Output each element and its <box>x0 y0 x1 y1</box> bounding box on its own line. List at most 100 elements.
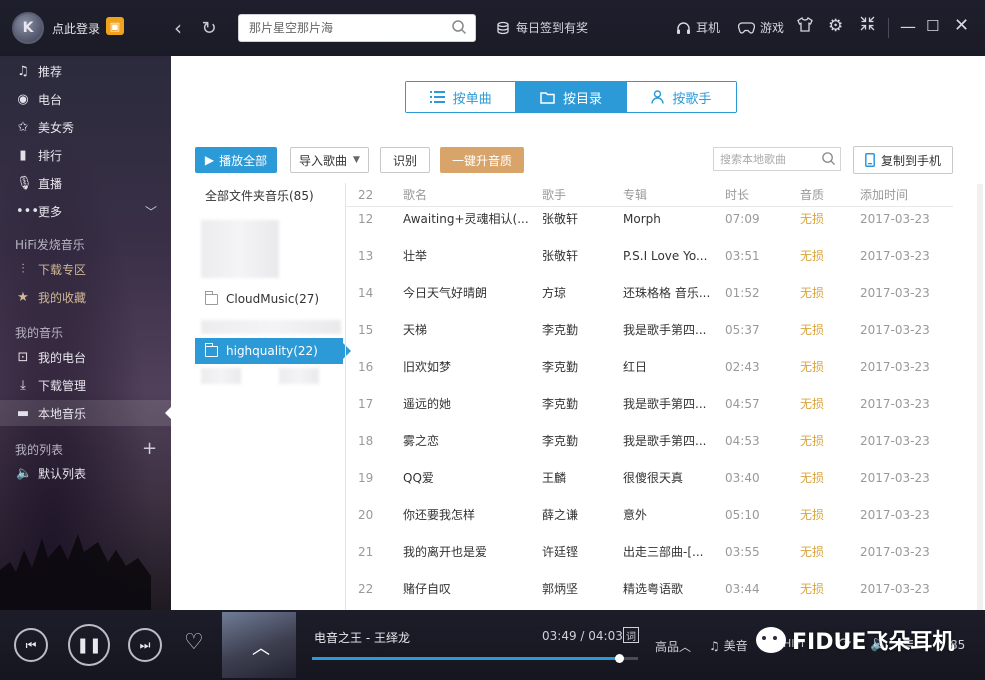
sound-effect-button[interactable]: ♫ 美音 <box>709 637 748 654</box>
upgrade-quality-button[interactable]: 一键升音质 <box>440 147 524 173</box>
add-list-icon[interactable]: + <box>142 438 157 459</box>
sidebar-item-download-zone[interactable]: ⫶ 下载专区 <box>0 256 171 282</box>
cell-number: 21 <box>358 545 374 559</box>
identify-button[interactable]: 识别 <box>380 147 430 173</box>
table-row[interactable]: 18 雾之恋 李克勤 我是歌手第四... 04:53 无损 2017-03-23 <box>346 423 953 460</box>
heart-icon[interactable]: ♡ <box>184 630 204 655</box>
view-mode-tabs: 按单曲 按目录 按歌手 <box>405 81 737 113</box>
quality-selector[interactable]: 高品︿ <box>655 638 691 655</box>
blurred-folder-item <box>279 368 319 384</box>
sidebar-item-live[interactable]: 🎙 直播 <box>0 170 171 196</box>
cell-name: 旧欢如梦 <box>403 360 452 374</box>
pause-icon: ❚❚ <box>76 636 102 654</box>
sidebar-item-default-list[interactable]: 🔈 默认列表 <box>0 460 171 486</box>
refresh-icon[interactable]: ↻ <box>198 16 220 40</box>
progress-knob[interactable] <box>615 654 625 663</box>
cell-duration: 05:10 <box>725 508 760 522</box>
cell-name: 雾之恋 <box>403 434 440 448</box>
tab-by-song[interactable]: 按单曲 <box>406 82 517 112</box>
cell-album: 很傻很天真 <box>623 471 684 485</box>
avatar[interactable]: K <box>12 12 44 44</box>
table-row[interactable]: 14 今日天气好晴朗 方琼 还珠格格 音乐... 01:52 无损 2017-03-23 <box>346 275 953 312</box>
mini-mode-icon[interactable] <box>860 16 875 31</box>
sidebar-item-local-music[interactable]: ▬ 本地音乐 <box>0 400 171 426</box>
table-row[interactable]: 22 赌仔自叹 郭炳坚 精选粤语歌 03:44 无损 2017-03-23 <box>346 571 953 608</box>
expand-up-icon[interactable]: ︿ <box>252 634 270 660</box>
music-note-icon: ♫ <box>17 63 29 79</box>
table-row[interactable]: 20 你还要我怎样 薛之谦 意外 05:10 无损 2017-03-23 <box>346 497 953 534</box>
skin-tshirt-icon[interactable] <box>797 17 813 32</box>
folder-item-cloudmusic[interactable]: CloudMusic(27) <box>195 286 343 312</box>
now-playing-title: 电音之王 - 王绎龙 <box>314 631 410 645</box>
folder-item-highquality[interactable]: highquality(22) <box>195 338 351 364</box>
search-input[interactable] <box>239 15 439 41</box>
back-arrow-icon[interactable]: ‹ <box>168 16 188 40</box>
cell-date: 2017-03-23 <box>860 212 930 226</box>
search-icon[interactable] <box>451 19 467 35</box>
cell-artist: 李克勤 <box>542 434 579 448</box>
sidebar-item-recommend[interactable]: ♫ 推荐 <box>0 58 171 84</box>
cell-name: 壮举 <box>403 249 428 263</box>
minimize-icon[interactable]: — <box>900 17 916 36</box>
local-search-input[interactable] <box>714 148 814 170</box>
folder-all[interactable]: 全部文件夹音乐(85) <box>205 187 314 204</box>
next-track-button[interactable]: ⏭ <box>128 628 162 662</box>
previous-track-button[interactable]: ⏮ <box>14 628 48 662</box>
gift-icon[interactable]: ▣ <box>106 17 124 35</box>
maximize-icon[interactable]: ☐ <box>926 17 939 35</box>
monitor-icon: ▬ <box>16 405 30 421</box>
table-row[interactable]: 21 我的离开也是爱 许廷铿 出走三部曲-[... 03:55 无损 2017-03-23 <box>346 534 953 571</box>
sidebar-item-ranking[interactable]: ▮ 排行 <box>0 142 171 168</box>
sidebar-item-my-favorites[interactable]: ★ 我的收藏 <box>0 284 171 310</box>
cell-date: 2017-03-23 <box>860 397 930 411</box>
progress-slider[interactable] <box>312 654 638 663</box>
table-row[interactable]: 12 Awaiting+灵魂相认(... 张敬轩 Morph 07:09 无损 2017-0… <box>346 201 953 238</box>
cell-date: 2017-03-23 <box>860 249 930 263</box>
sidebar-item-beauty-show[interactable]: ✩ 美女秀 <box>0 114 171 140</box>
table-row[interactable]: 17 遥远的她 李克勤 我是歌手第四... 04:57 无损 2017-03-23 <box>346 386 953 423</box>
tab-by-artist[interactable]: 按歌手 <box>626 82 736 112</box>
login-link[interactable]: 点此登录 <box>52 20 100 37</box>
sidebar-item-radio[interactable]: ◉ 电台 <box>0 86 171 112</box>
blurred-folder-item <box>201 320 341 334</box>
sidebar-item-download-manager[interactable]: ⤓ 下载管理 <box>0 372 171 398</box>
table-row[interactable]: 15 天梯 李克勤 我是歌手第四... 05:37 无损 2017-03-23 <box>346 312 953 349</box>
cell-artist: 李克勤 <box>542 323 579 337</box>
table-row[interactable]: 16 旧欢如梦 李克勤 红日 02:43 无损 2017-03-23 <box>346 349 953 386</box>
cell-date: 2017-03-23 <box>860 286 930 300</box>
cell-artist: 张敬轩 <box>542 212 579 226</box>
more-icon: ••• <box>16 203 40 219</box>
tab-by-folder[interactable]: 按目录 <box>516 82 627 112</box>
search-icon[interactable] <box>821 151 836 166</box>
cell-artist: 张敬轩 <box>542 249 579 263</box>
list-icon <box>429 91 445 103</box>
lyric-toggle-button[interactable]: 词 <box>623 627 639 643</box>
chevron-down-icon[interactable]: ﹀ <box>145 203 157 220</box>
headphone-button[interactable]: 耳机 <box>676 19 720 36</box>
daily-signin-button[interactable]: 每日签到有奖 <box>496 19 588 36</box>
table-row[interactable]: 19 QQ爱 王麟 很傻很天真 03:40 无损 2017-03-23 <box>346 460 953 497</box>
import-songs-button[interactable]: 导入歌曲 ▼ <box>290 147 369 173</box>
sidebar-item-more[interactable]: ••• 更多 ﹀ <box>0 198 171 224</box>
download-icon: ⤓ <box>20 377 26 393</box>
cell-artist: 郭炳坚 <box>542 582 579 596</box>
play-icon: ▶ <box>204 153 215 167</box>
pause-button[interactable]: ❚❚ <box>68 624 110 666</box>
settings-gear-icon[interactable]: ⚙ <box>828 16 843 36</box>
scrollbar[interactable] <box>977 184 983 610</box>
album-cover[interactable]: ︿ <box>222 612 296 678</box>
gamepad-icon <box>738 21 755 34</box>
sidebar-item-my-radio[interactable]: ⊡ 我的电台 <box>0 344 171 370</box>
local-search-box[interactable] <box>713 147 841 171</box>
table-row[interactable]: 13 壮举 张敬轩 P.S.I Love Yo... 03:51 无损 2017-03-23 <box>346 238 953 275</box>
play-all-button[interactable]: ▶ 播放全部 <box>195 147 277 173</box>
copy-to-phone-button[interactable]: 复制到手机 <box>853 146 953 174</box>
search-box[interactable] <box>238 14 476 42</box>
cell-name: 赌仔自叹 <box>403 582 452 596</box>
progress-fill <box>312 657 620 660</box>
music-note-icon: ♫ <box>709 639 720 653</box>
close-icon[interactable]: ✕ <box>954 15 969 36</box>
cell-duration: 03:55 <box>725 545 760 559</box>
game-button[interactable]: 游戏 <box>738 19 784 36</box>
cell-album: 还珠格格 音乐... <box>623 286 711 300</box>
